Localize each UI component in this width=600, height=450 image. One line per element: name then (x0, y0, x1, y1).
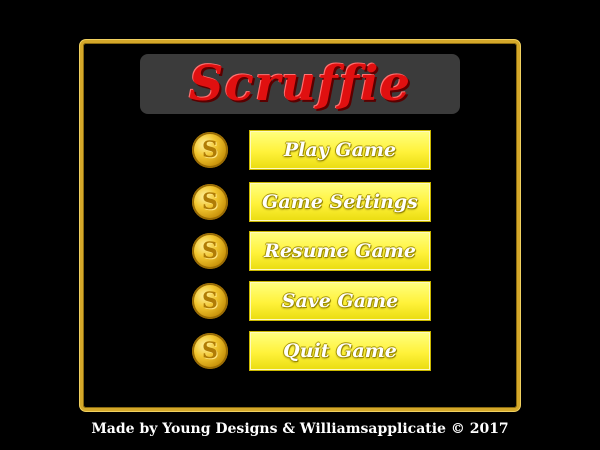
gold-coin-icon: S (192, 283, 228, 319)
game-settings-label: Game Settings (262, 191, 418, 213)
game-title: Scruffie (188, 56, 412, 112)
menu-row-resume: S Resume Game (190, 231, 435, 271)
menu-row-play: S Play Game (190, 130, 435, 170)
gold-coin-icon: S (192, 184, 228, 220)
menu-row-save: S Save Game (190, 281, 435, 321)
save-game-label: Save Game (281, 290, 399, 312)
resume-game-label: Resume Game (264, 240, 416, 262)
gold-coin-icon: S (192, 132, 228, 168)
gold-coin-icon: S (192, 233, 228, 269)
save-game-button[interactable]: Save Game (249, 281, 431, 321)
resume-game-button[interactable]: Resume Game (249, 231, 431, 271)
game-settings-button[interactable]: Game Settings (249, 182, 431, 222)
credits-footer: Made by Young Designs & Williamsapplicat… (91, 421, 509, 437)
play-game-button[interactable]: Play Game (249, 130, 431, 170)
play-game-label: Play Game (283, 139, 397, 161)
gold-coin-icon: S (192, 333, 228, 369)
menu-row-quit: S Quit Game (190, 331, 435, 371)
title-banner: Scruffie (140, 54, 460, 114)
quit-game-button[interactable]: Quit Game (249, 331, 431, 371)
quit-game-label: Quit Game (283, 340, 397, 362)
menu-row-settings: S Game Settings (190, 182, 435, 222)
